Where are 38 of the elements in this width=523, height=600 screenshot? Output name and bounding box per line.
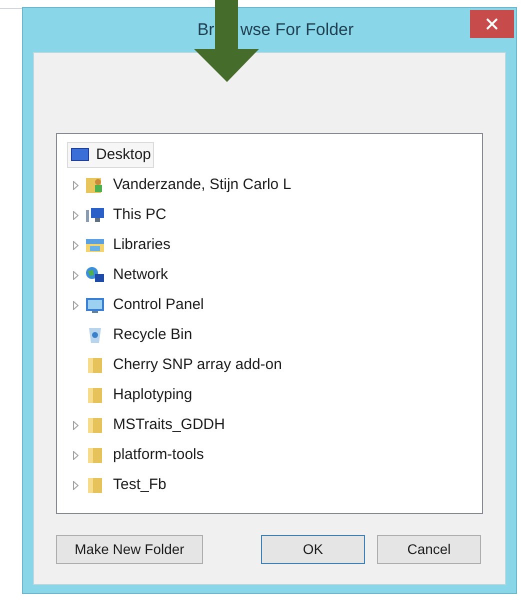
folder-icon — [85, 356, 105, 374]
close-icon — [486, 18, 498, 30]
window-title: Br — [197, 19, 214, 42]
dialog-button[interactable]: Cancel — [377, 535, 481, 564]
library-folder-icon — [85, 236, 105, 254]
tree-item[interactable]: Recycle Bin — [85, 324, 192, 346]
expand-icon[interactable] — [73, 270, 79, 280]
expand-icon[interactable] — [73, 240, 79, 250]
folder-icon — [85, 446, 105, 464]
window-title: wse For Folder — [240, 19, 354, 42]
folder-icon — [85, 386, 105, 404]
folder-icon — [85, 476, 105, 494]
tree-item[interactable]: Haplotyping — [85, 384, 192, 406]
close-button[interactable] — [470, 10, 514, 38]
tree-item[interactable]: Cherry SNP array add-on — [85, 354, 282, 376]
tree-item[interactable]: Vanderzande, Stijn Carlo L — [85, 174, 292, 196]
tree-item[interactable]: platform-tools — [85, 444, 204, 466]
expand-icon[interactable] — [73, 180, 79, 190]
computer-icon — [85, 206, 105, 224]
expand-icon[interactable] — [73, 420, 79, 430]
folder-icon — [85, 416, 105, 434]
tree-item[interactable]: Desktop — [67, 142, 154, 168]
tree-item[interactable]: Control Panel — [85, 294, 204, 316]
dialog-button[interactable]: Make New Folder — [56, 535, 203, 564]
expand-icon[interactable] — [73, 450, 79, 460]
expand-icon[interactable] — [73, 300, 79, 310]
tree-item[interactable]: Test_Fb — [85, 474, 166, 496]
tree-item[interactable]: Network — [85, 264, 168, 286]
network-icon — [85, 266, 105, 284]
expand-icon[interactable] — [73, 210, 79, 220]
control-panel-icon — [85, 296, 105, 314]
tree-item[interactable]: Libraries — [85, 234, 171, 256]
tree-item[interactable]: MSTraits_GDDH — [85, 414, 225, 436]
tree-item[interactable]: This PC — [85, 204, 166, 226]
monitor-icon — [70, 146, 90, 164]
dialog-button[interactable]: OK — [261, 535, 365, 564]
user-folder-icon — [85, 176, 105, 194]
expand-icon[interactable] — [73, 480, 79, 490]
